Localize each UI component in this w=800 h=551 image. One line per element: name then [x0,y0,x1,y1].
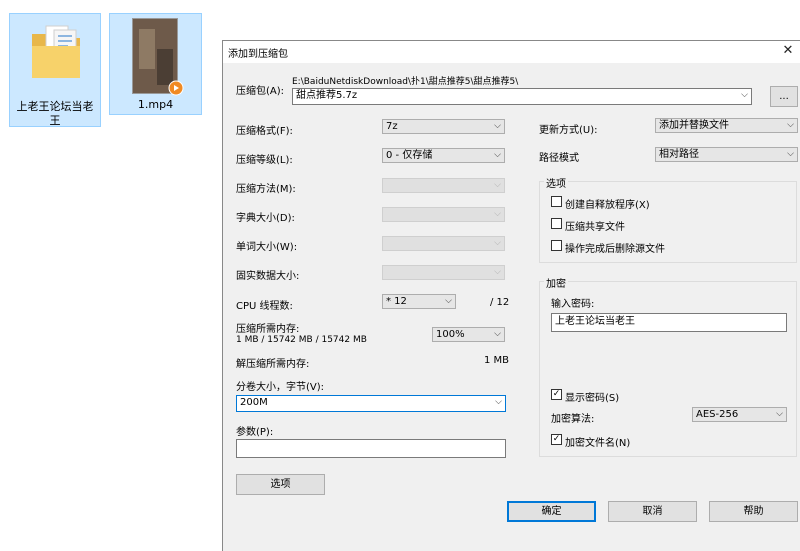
dialog-title: 添加到压缩包 [228,49,288,60]
enc-method-value: AES-256 [696,409,739,420]
close-icon[interactable]: ✕ [780,43,796,59]
mem-percent-select[interactable]: 100% ⌵ [432,327,505,342]
options-group-title: 选项 [544,175,568,190]
chevron-down-icon: ⌵ [741,90,748,100]
video-label: 1.mp4 [137,98,174,111]
folder-label-line1: 上老王论坛当老 [16,100,94,113]
show-password-checkbox[interactable]: ✓ [551,389,562,400]
params-label: 参数(P): [236,427,274,438]
password-label: 输入密码: [551,299,595,310]
word-select[interactable]: ⌵ [382,236,505,251]
chevron-down-icon: ⌵ [445,296,452,306]
mem-comp-value: 1 MB / 15742 MB / 15742 MB [236,335,367,345]
chevron-down-icon: ⌵ [494,329,501,339]
show-password-label: 显示密码(S) [565,393,620,404]
chevron-down-icon: ⌵ [787,120,794,130]
format-value: 7z [386,121,398,132]
titlebar: 添加到压缩包 ✕ [223,41,800,63]
encryption-group-title: 加密 [544,275,568,290]
folder-tile[interactable]: 上老王论坛当老 王 [9,13,101,127]
update-select[interactable]: 添加并替换文件 ⌵ [655,118,798,133]
enc-method-label: 加密算法: [551,414,595,425]
method-label: 压缩方法(M): [236,184,296,195]
chevron-down-icon: ⌵ [776,409,783,419]
threads-label: CPU 线程数: [236,301,293,312]
enc-method-select[interactable]: AES-256 ⌵ [692,407,787,422]
volume-value: 200M [240,397,268,408]
shared-checkbox[interactable] [551,218,562,229]
level-select[interactable]: 0 - 仅存储 ⌵ [382,148,505,163]
threads-value: * 12 [386,296,407,307]
threads-total: / 12 [490,297,510,308]
add-to-archive-dialog: 添加到压缩包 ✕ 压缩包(A): E:\BaiduNetdiskDownload… [222,40,800,551]
archive-name-combo[interactable]: 甜点推荐5.7z ⌵ [292,88,752,105]
cancel-button[interactable]: 取消 [608,501,697,522]
video-play-badge-icon [168,80,184,96]
path-value: 相对路径 [659,149,699,160]
threads-select[interactable]: * 12 ⌵ [382,294,456,309]
chevron-down-icon: ⌵ [494,209,501,219]
chevron-down-icon: ⌵ [494,180,501,190]
browse-button[interactable]: ... [770,86,798,107]
archive-name-value: 甜点推荐5.7z [296,90,358,101]
method-select[interactable]: ⌵ [382,178,505,193]
chevron-down-icon: ⌵ [494,121,501,131]
mem-decomp-value: 1 MB [484,355,510,366]
update-value: 添加并替换文件 [659,120,729,131]
format-select[interactable]: 7z ⌵ [382,119,505,134]
sfx-checkbox[interactable] [551,196,562,207]
volume-label: 分卷大小，字节(V): [236,382,325,393]
password-input[interactable]: 上老王论坛当老王 [551,313,787,332]
archive-path: E:\BaiduNetdiskDownload\扑1\甜点推荐5\甜点推荐5\ [292,77,519,87]
folder-icon [32,25,80,78]
dict-select[interactable]: ⌵ [382,207,505,222]
chevron-down-icon: ⌵ [495,397,502,407]
solid-label: 固实数据大小: [236,271,300,282]
mem-decomp-label: 解压缩所需内存: [236,359,310,370]
archive-label: 压缩包(A): [236,86,285,97]
chevron-down-icon: ⌵ [494,267,501,277]
folder-label: 上老王论坛当老 王 [10,100,100,128]
delete-label: 操作完成后删除源文件 [565,244,665,255]
chevron-down-icon: ⌵ [787,149,794,159]
encrypt-names-checkbox[interactable]: ✓ [551,434,562,445]
dict-label: 字典大小(D): [236,213,295,224]
sfx-label: 创建自释放程序(X) [565,200,650,211]
folder-label-line2: 王 [49,114,61,127]
encrypt-names-label: 加密文件名(N) [565,438,631,449]
path-select[interactable]: 相对路径 ⌵ [655,147,798,162]
level-value: 0 - 仅存储 [386,150,433,161]
format-label: 压缩格式(F): [236,126,293,137]
help-button[interactable]: 帮助 [709,501,798,522]
video-tile[interactable]: 1.mp4 [109,13,202,115]
chevron-down-icon: ⌵ [494,238,501,248]
mem-comp-label: 压缩所需内存: [236,324,300,335]
path-label: 路径模式 [539,153,579,164]
update-label: 更新方式(U): [539,125,598,136]
params-input[interactable] [236,439,506,458]
solid-select[interactable]: ⌵ [382,265,505,280]
options-button[interactable]: 选项 [236,474,325,495]
mem-percent-value: 100% [436,329,465,340]
volume-combo[interactable]: 200M ⌵ [236,395,506,412]
shared-label: 压缩共享文件 [565,222,625,233]
ok-button[interactable]: 确定 [507,501,596,522]
delete-checkbox[interactable] [551,240,562,251]
level-label: 压缩等级(L): [236,155,293,166]
chevron-down-icon: ⌵ [494,150,501,160]
word-label: 单词大小(W): [236,242,298,253]
